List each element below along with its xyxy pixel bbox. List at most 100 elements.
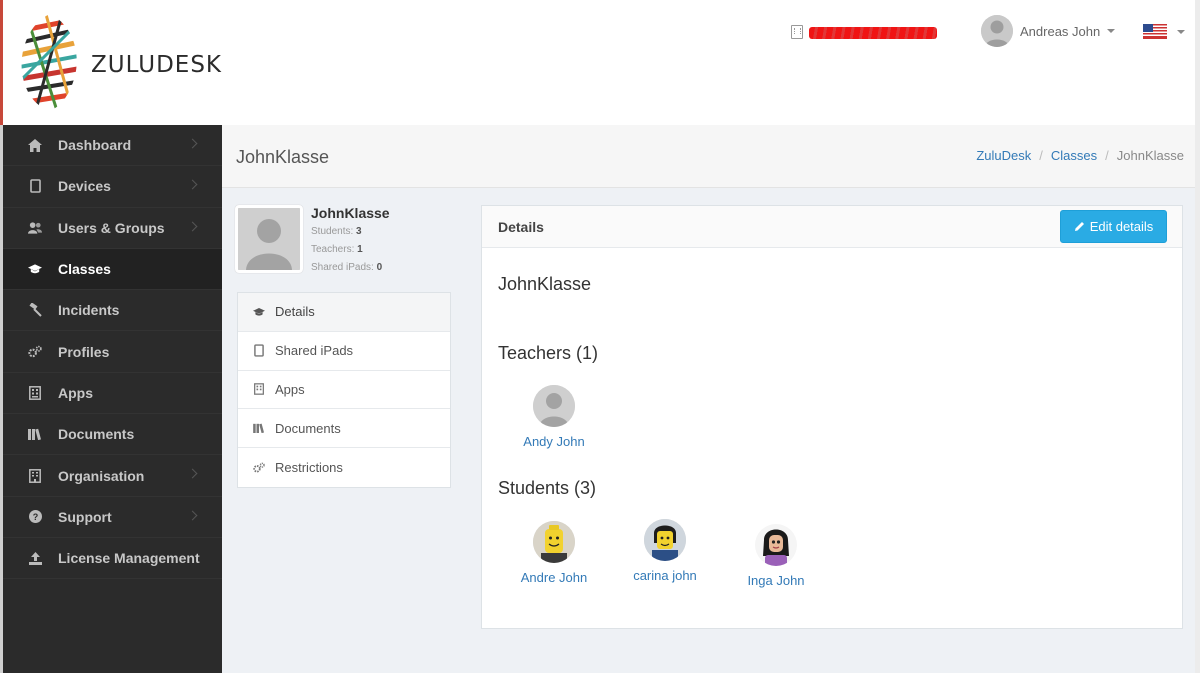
breadcrumb-link-zuludesk[interactable]: ZuluDesk bbox=[976, 148, 1031, 163]
top-header: ZULUDESK s e Andreas John bbox=[0, 0, 1200, 125]
sidebar-item-label: Apps bbox=[58, 384, 93, 401]
upload-icon bbox=[28, 551, 42, 565]
stat-label: Students: bbox=[311, 226, 354, 237]
stat-label: Teachers: bbox=[311, 244, 355, 255]
sidebar-item-classes[interactable]: Classes bbox=[3, 248, 222, 291]
member-name[interactable]: Andy John bbox=[504, 434, 604, 449]
details-panel: Details Edit details JohnKlasse Teachers… bbox=[481, 205, 1183, 629]
breadcrumb-current: JohnKlasse bbox=[1116, 148, 1184, 163]
class-name: JohnKlasse bbox=[311, 205, 390, 221]
user-menu[interactable]: Andreas John bbox=[981, 15, 1116, 47]
chevron-right-icon bbox=[187, 221, 198, 232]
zuludesk-logo-icon[interactable] bbox=[19, 12, 81, 112]
breadcrumb-separator: / bbox=[1105, 148, 1109, 163]
users-icon bbox=[28, 221, 42, 235]
panel-title: Details bbox=[498, 219, 544, 235]
organisation-selector[interactable]: s e bbox=[791, 22, 937, 42]
building-icon bbox=[28, 468, 42, 483]
tab-label: Apps bbox=[275, 381, 305, 397]
svg-text:?: ? bbox=[32, 512, 38, 522]
tab-label: Shared iPads bbox=[275, 343, 354, 359]
tab-restrictions[interactable]: Restrictions bbox=[238, 448, 450, 487]
member-name[interactable]: carina john bbox=[615, 568, 715, 583]
apps-icon bbox=[28, 385, 42, 400]
tab-details[interactable]: Details bbox=[238, 293, 450, 332]
chevron-right-icon bbox=[187, 179, 198, 190]
stat-value: 0 bbox=[376, 262, 383, 273]
edit-details-label: Edit details bbox=[1089, 219, 1154, 234]
apps-icon bbox=[253, 383, 265, 396]
edit-details-button[interactable]: Edit details bbox=[1060, 210, 1167, 243]
member-name[interactable]: Inga John bbox=[726, 573, 826, 588]
sidebar-item-label: Documents bbox=[58, 426, 135, 443]
teacher-andy-john[interactable]: Andy John bbox=[504, 385, 604, 449]
cogs-icon bbox=[28, 345, 42, 359]
class-title: JohnKlasse bbox=[498, 274, 592, 294]
graduation-cap-icon bbox=[253, 306, 265, 318]
sidebar-item-documents[interactable]: Documents bbox=[3, 414, 222, 456]
panel-header: Details Edit details bbox=[482, 206, 1182, 248]
gavel-icon bbox=[28, 303, 42, 318]
window-edge bbox=[1195, 0, 1200, 673]
graduation-cap-icon bbox=[28, 262, 42, 276]
tab-apps[interactable]: Apps bbox=[238, 371, 450, 410]
breadcrumb: ZuluDesk / Classes / JohnKlasse bbox=[976, 148, 1184, 163]
students-heading: Students (3) bbox=[498, 478, 597, 498]
sidebar-item-dashboard[interactable]: Dashboard bbox=[3, 125, 222, 167]
question-icon: ? bbox=[28, 510, 42, 524]
building-icon bbox=[791, 25, 803, 39]
caret-down-icon bbox=[1107, 29, 1116, 33]
sidebar-item-license-management[interactable]: License Management bbox=[3, 538, 222, 580]
sidebar-item-incidents[interactable]: Incidents bbox=[3, 290, 222, 332]
language-selector[interactable] bbox=[1143, 24, 1185, 39]
stat-label: Shared iPads: bbox=[311, 262, 374, 273]
tablet-icon bbox=[253, 344, 265, 357]
sidebar-item-label: Dashboard bbox=[58, 137, 132, 154]
sidebar-item-support[interactable]: ? Support bbox=[3, 497, 222, 538]
home-icon bbox=[28, 138, 42, 152]
books-icon bbox=[28, 427, 42, 441]
sidebar-item-label: Profiles bbox=[58, 343, 110, 360]
tab-label: Restrictions bbox=[275, 460, 343, 476]
shared-ipads-count: Shared iPads: 0 bbox=[311, 262, 382, 273]
redaction-mark bbox=[809, 26, 937, 39]
page-title: JohnKlasse bbox=[236, 147, 330, 167]
user-name: Andreas John bbox=[1020, 23, 1101, 39]
sidebar-item-label: Support bbox=[58, 508, 112, 525]
sidebar-item-label: License Management bbox=[58, 550, 200, 567]
sidebar-item-organisation[interactable]: Organisation bbox=[3, 455, 222, 497]
brand-name: ZULUDESK bbox=[91, 52, 223, 78]
us-flag-icon bbox=[1143, 24, 1167, 39]
sidebar-item-profiles[interactable]: Profiles bbox=[3, 331, 222, 373]
sidebar-item-label: Organisation bbox=[58, 467, 145, 484]
sidebar-item-label: Incidents bbox=[58, 302, 120, 319]
page-title-bar: JohnKlasse ZuluDesk / Classes / JohnKlas… bbox=[222, 125, 1200, 188]
breadcrumb-link-classes[interactable]: Classes bbox=[1051, 148, 1097, 163]
tab-label: Details bbox=[275, 304, 315, 320]
avatar bbox=[981, 15, 1013, 47]
avatar bbox=[533, 521, 575, 563]
sidebar-item-apps[interactable]: Apps bbox=[3, 373, 222, 415]
member-name[interactable]: Andre John bbox=[504, 570, 604, 585]
caret-down-icon bbox=[1177, 29, 1185, 34]
class-side-menu: Details Shared iPads Apps Documents Rest… bbox=[237, 292, 451, 488]
breadcrumb-separator: / bbox=[1039, 148, 1043, 163]
tablet-icon bbox=[28, 179, 42, 194]
teachers-heading: Teachers (1) bbox=[498, 343, 599, 363]
sidebar-item-label: Users & Groups bbox=[58, 219, 165, 236]
chevron-right-icon bbox=[187, 138, 198, 149]
student-carina-john[interactable]: carina john bbox=[615, 519, 715, 583]
chevron-right-icon bbox=[187, 510, 198, 521]
stat-value: 3 bbox=[356, 226, 362, 237]
sidebar-item-label: Devices bbox=[58, 178, 111, 195]
student-inga-john[interactable]: Inga John bbox=[726, 524, 826, 588]
stat-value: 1 bbox=[357, 244, 363, 255]
tab-label: Documents bbox=[275, 420, 341, 436]
tab-shared-ipads[interactable]: Shared iPads bbox=[238, 332, 450, 371]
sidebar-item-devices[interactable]: Devices bbox=[3, 166, 222, 208]
sidebar-item-users-groups[interactable]: Users & Groups bbox=[3, 208, 222, 249]
avatar bbox=[755, 524, 797, 566]
tab-documents[interactable]: Documents bbox=[238, 409, 450, 449]
student-andre-john[interactable]: Andre John bbox=[504, 521, 604, 585]
cogs-icon bbox=[253, 462, 265, 474]
